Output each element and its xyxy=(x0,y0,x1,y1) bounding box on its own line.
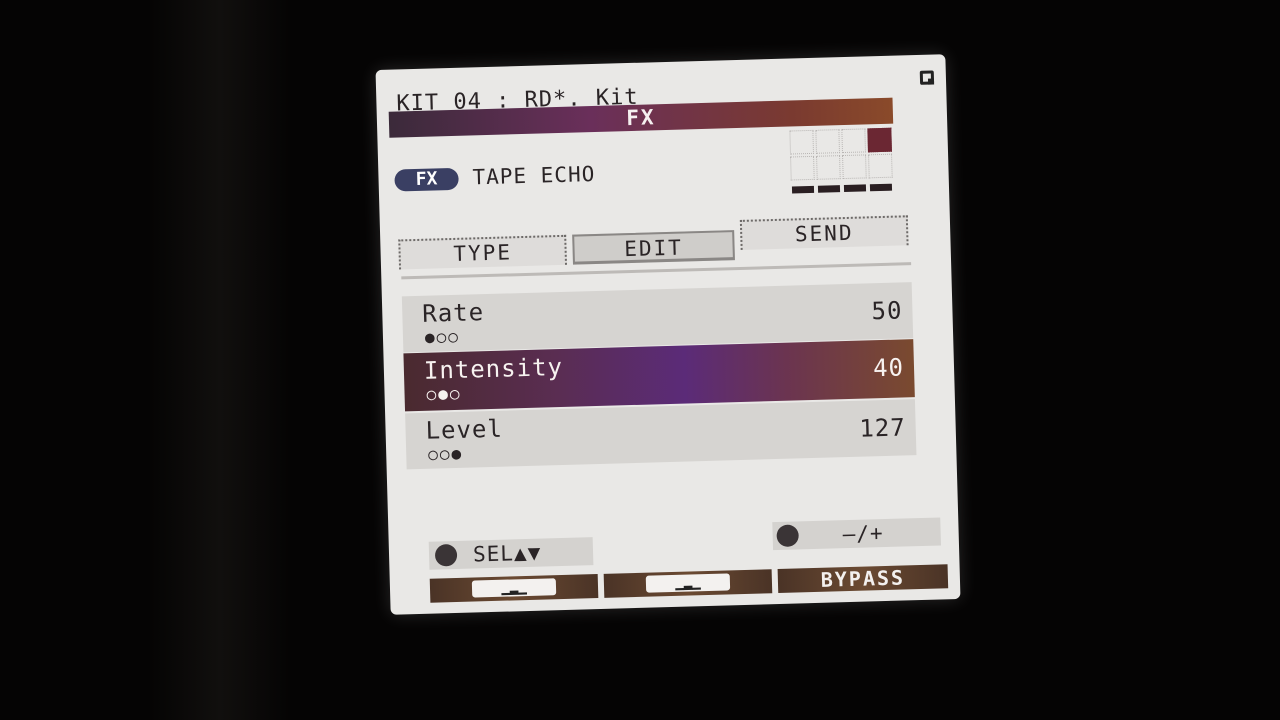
param-value: 127 xyxy=(858,413,907,443)
grid-cell xyxy=(868,153,893,179)
tab-send[interactable]: SEND xyxy=(739,215,909,250)
bypass-label: BYPASS xyxy=(820,565,906,592)
softkey-2[interactable]: ▁▂▁ xyxy=(603,569,773,598)
param-name: Intensity xyxy=(423,352,564,385)
grid-cell xyxy=(842,154,867,180)
grid-cell-active xyxy=(867,127,892,153)
tab-edit[interactable]: EDIT xyxy=(572,230,735,265)
effect-type-name: TAPE ECHO xyxy=(472,161,596,190)
softkey-1-label: ▁▂▁ xyxy=(471,578,557,598)
grid-level-bar xyxy=(869,183,893,192)
grid-cell xyxy=(789,129,815,155)
grid-cell xyxy=(790,155,815,181)
grid-cell xyxy=(816,155,841,180)
param-value: 50 xyxy=(871,296,903,326)
knob-icon xyxy=(776,524,799,548)
param-page-dots: ○○● xyxy=(427,443,464,464)
grid-level-bar xyxy=(791,185,815,194)
param-name: Rate xyxy=(421,298,485,328)
select-hint: SEL▲▼ xyxy=(428,537,594,570)
select-hint-label: SEL▲▼ xyxy=(472,540,542,567)
grid-level-bar xyxy=(817,185,841,193)
param-row-level[interactable]: Level ○○● 127 xyxy=(405,399,917,470)
grid-cell xyxy=(815,129,841,154)
fx-slot-grid xyxy=(789,127,897,217)
lcd-screen: KIT 04 : RD*. Kit FX FX TAPE ECHO TYPE E… xyxy=(375,54,961,615)
page-icon xyxy=(919,70,935,85)
fx-badge: FX xyxy=(394,167,459,192)
grid-cell xyxy=(841,128,866,154)
softkey-1[interactable]: ▁▂▁ xyxy=(429,574,599,603)
device-logo xyxy=(405,10,555,50)
tab-type[interactable]: TYPE xyxy=(398,234,568,270)
softkey-2-label: ▁▂▁ xyxy=(645,573,731,593)
grid-level-bar xyxy=(843,184,867,193)
param-value: 40 xyxy=(872,353,905,383)
value-hint-label: –/+ xyxy=(842,521,884,547)
param-page-dots: ●○○ xyxy=(424,326,461,347)
value-hint: –/+ xyxy=(772,517,941,551)
param-page-dots: ○●○ xyxy=(426,383,462,404)
knob-icon xyxy=(434,543,458,567)
param-name: Level xyxy=(425,414,504,445)
device-side-panel xyxy=(150,0,290,720)
bypass-softkey[interactable]: BYPASS xyxy=(777,564,949,594)
